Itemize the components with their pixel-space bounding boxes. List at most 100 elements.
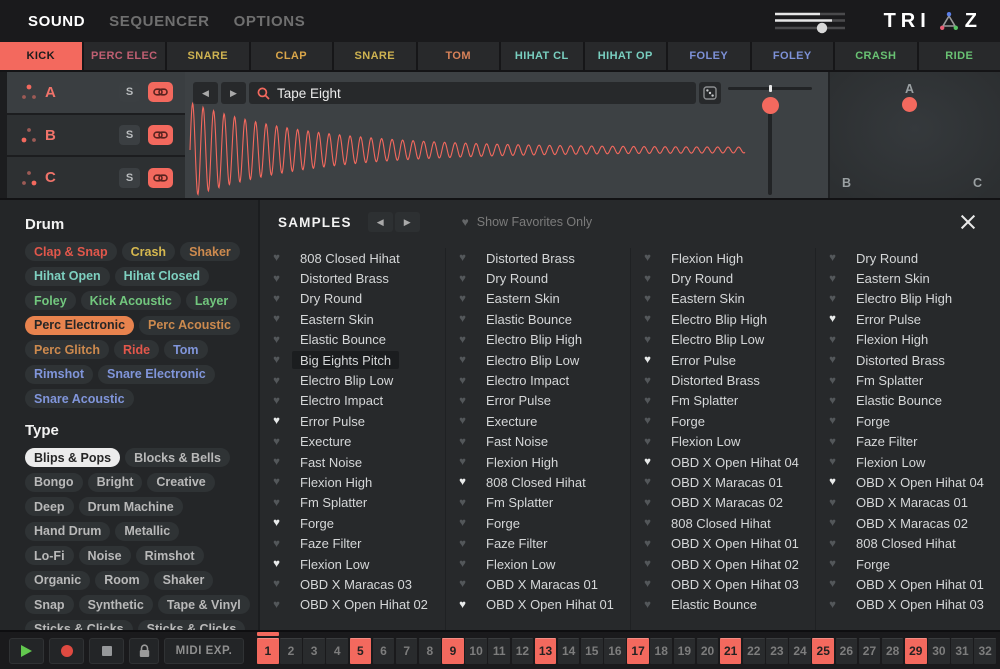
sample-item[interactable]: ♥ OBD X Maracas 01 (641, 472, 815, 492)
sample-item[interactable]: ♥ Eastern Skin (826, 268, 1000, 288)
filter-tag-layer[interactable]: Layer (185, 291, 238, 310)
sample-item[interactable]: ♥ Eastern Skin (270, 309, 445, 329)
sample-item[interactable]: ♥ 808 Closed Hihat (456, 472, 630, 492)
favorite-heart-icon[interactable]: ♥ (826, 293, 839, 305)
show-favorites-toggle[interactable]: ♥ Show Favorites Only (462, 215, 592, 229)
favorite-heart-icon[interactable]: ♥ (641, 395, 654, 407)
sample-item[interactable]: ♥ Electro Impact (456, 370, 630, 390)
sample-item[interactable]: ♥ Eastern Skin (641, 289, 815, 309)
sample-item[interactable]: ♥ Dry Round (456, 268, 630, 288)
favorite-heart-icon[interactable]: ♥ (641, 334, 654, 346)
sample-item[interactable]: ♥ Faze Filter (826, 432, 1000, 452)
filter-tag-creative[interactable]: Creative (147, 472, 215, 492)
filter-tag-perc-electronic[interactable]: Perc Electronic (25, 315, 135, 335)
favorite-heart-icon[interactable]: ♥ (641, 354, 654, 366)
filter-tag-shaker[interactable]: Shaker (180, 242, 240, 261)
favorite-heart-icon[interactable]: ♥ (456, 517, 469, 529)
filter-tag-drum-machine[interactable]: Drum Machine (78, 497, 183, 516)
favorite-heart-icon[interactable]: ♥ (826, 476, 839, 488)
step-4[interactable]: 4 (326, 637, 349, 664)
favorite-heart-icon[interactable]: ♥ (456, 578, 469, 590)
filter-tag-tom[interactable]: Tom (164, 340, 208, 359)
record-button[interactable] (49, 637, 84, 664)
favorite-heart-icon[interactable]: ♥ (456, 293, 469, 305)
volume-slider-thumb[interactable] (761, 97, 779, 114)
filter-tag-snare-electronic[interactable]: Snare Electronic (98, 364, 215, 384)
layer-blend-xy-pad[interactable]: A B C (828, 72, 1000, 198)
sample-item[interactable]: ♥ Flexion High (641, 248, 815, 268)
sample-item[interactable]: ♥ Forge (826, 554, 1000, 574)
favorite-heart-icon[interactable]: ♥ (641, 517, 654, 529)
favorite-heart-icon[interactable]: ♥ (641, 599, 654, 611)
favorite-heart-icon[interactable]: ♥ (826, 599, 839, 611)
favorite-heart-icon[interactable]: ♥ (270, 293, 283, 305)
layer-row-c[interactable]: CS (7, 157, 185, 199)
xy-pad-handle[interactable] (902, 97, 917, 112)
favorite-heart-icon[interactable]: ♥ (270, 252, 283, 264)
sample-item[interactable]: ♥ Electro Blip High (641, 309, 815, 329)
favorite-heart-icon[interactable]: ♥ (270, 334, 283, 346)
filter-tag-blocks-bells[interactable]: Blocks & Bells (125, 448, 230, 467)
step-21[interactable]: 21 (719, 637, 742, 664)
filter-tag-rimshot[interactable]: Rimshot (135, 546, 204, 565)
sample-item[interactable]: ♥ OBD X Open Hihat 01 (641, 533, 815, 553)
filter-tag-tape-vinyl[interactable]: Tape & Vinyl (157, 595, 250, 614)
filter-tag-perc-acoustic[interactable]: Perc Acoustic (139, 315, 240, 335)
sample-item[interactable]: ♥ OBD X Maracas 02 (641, 493, 815, 513)
link-button[interactable] (148, 125, 173, 145)
favorite-heart-icon[interactable]: ♥ (826, 313, 839, 325)
filter-tag-ride[interactable]: Ride (114, 340, 160, 359)
filter-tag-perc-glitch[interactable]: Perc Glitch (25, 340, 109, 359)
step-5[interactable]: 5 (349, 637, 372, 664)
sample-item[interactable]: ♥ Forge (641, 411, 815, 431)
step-18[interactable]: 18 (650, 637, 673, 664)
menu-sequencer[interactable]: SEQUENCER (109, 13, 209, 30)
sample-item[interactable]: ♥ Error Pulse (270, 411, 445, 431)
filter-tag-rimshot[interactable]: Rimshot (25, 364, 93, 384)
favorite-heart-icon[interactable]: ♥ (456, 538, 469, 550)
favorite-heart-icon[interactable]: ♥ (826, 375, 839, 387)
favorite-heart-icon[interactable]: ♥ (270, 578, 283, 590)
step-19[interactable]: 19 (673, 637, 696, 664)
favorite-heart-icon[interactable]: ♥ (641, 415, 654, 427)
favorite-heart-icon[interactable]: ♥ (456, 395, 469, 407)
mixer-icon[interactable] (774, 8, 846, 34)
favorite-heart-icon[interactable]: ♥ (826, 395, 839, 407)
track-tab-snare[interactable]: SNARE (334, 42, 416, 70)
favorite-heart-icon[interactable]: ♥ (641, 578, 654, 590)
filter-tag-hand-drum[interactable]: Hand Drum (25, 521, 111, 541)
favorite-heart-icon[interactable]: ♥ (456, 415, 469, 427)
sample-item[interactable]: ♥ Distorted Brass (826, 350, 1000, 370)
favorite-heart-icon[interactable]: ♥ (270, 538, 283, 550)
favorite-heart-icon[interactable]: ♥ (456, 313, 469, 325)
favorite-heart-icon[interactable]: ♥ (641, 538, 654, 550)
sample-item[interactable]: ♥ OBD X Open Hihat 01 (456, 595, 630, 615)
filter-tag-hihat-closed[interactable]: Hihat Closed (114, 266, 210, 286)
step-29[interactable]: 29 (904, 637, 927, 664)
favorite-heart-icon[interactable]: ♥ (641, 293, 654, 305)
sample-prev-button[interactable]: ◀ (193, 82, 218, 104)
link-button[interactable] (148, 82, 173, 103)
step-14[interactable]: 14 (557, 637, 580, 664)
stop-button[interactable] (89, 637, 124, 664)
filter-tag-synthetic[interactable]: Synthetic (78, 595, 153, 614)
step-26[interactable]: 26 (835, 637, 858, 664)
favorite-heart-icon[interactable]: ♥ (270, 517, 283, 529)
favorite-heart-icon[interactable]: ♥ (270, 558, 283, 570)
track-tab-foley[interactable]: FOLEY (751, 42, 833, 70)
sample-item[interactable]: ♥ Electro Blip High (826, 289, 1000, 309)
favorite-heart-icon[interactable]: ♥ (456, 252, 469, 264)
favorite-heart-icon[interactable]: ♥ (641, 456, 654, 468)
step-31[interactable]: 31 (951, 637, 973, 664)
play-button[interactable] (9, 637, 44, 664)
sample-item[interactable]: ♥ Fm Splatter (826, 370, 1000, 390)
step-25[interactable]: 25 (812, 637, 835, 664)
favorite-heart-icon[interactable]: ♥ (641, 558, 654, 570)
sample-item[interactable]: ♥ Forge (826, 411, 1000, 431)
sample-item[interactable]: ♥ 808 Closed Hihat (641, 513, 815, 533)
solo-button[interactable]: S (119, 167, 140, 188)
step-23[interactable]: 23 (766, 637, 788, 664)
favorite-heart-icon[interactable]: ♥ (270, 456, 283, 468)
favorite-heart-icon[interactable]: ♥ (826, 558, 839, 570)
favorite-heart-icon[interactable]: ♥ (270, 497, 283, 509)
